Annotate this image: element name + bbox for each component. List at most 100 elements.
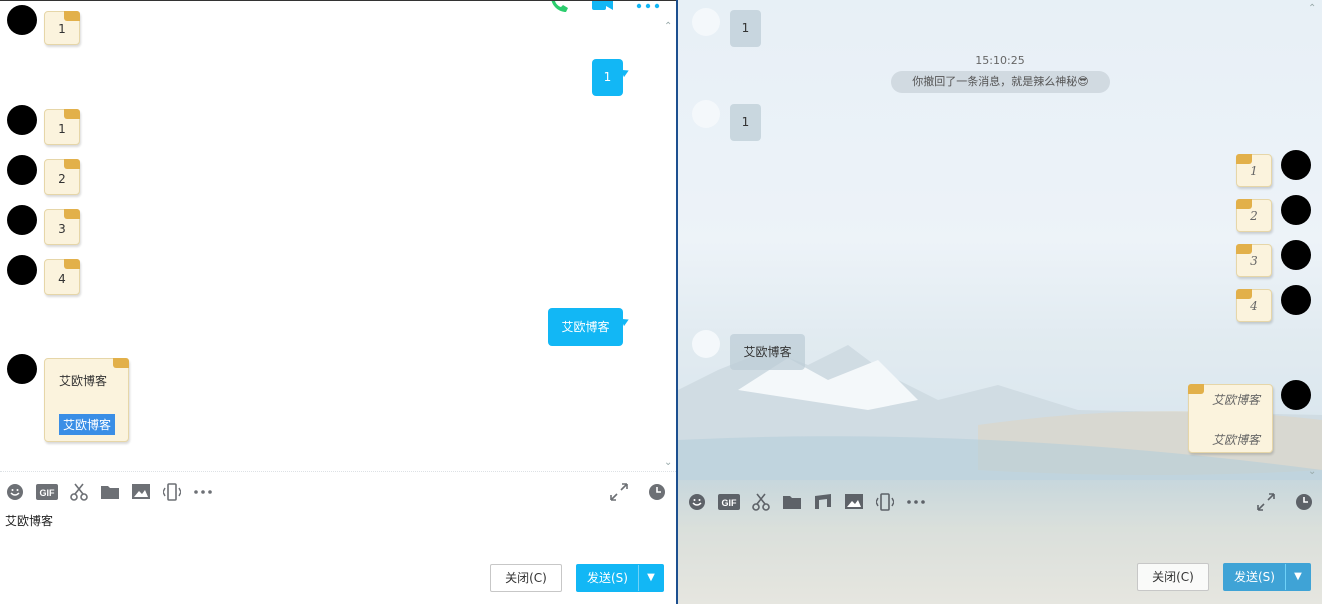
avatar [7, 105, 37, 135]
note-fold-icon [64, 109, 80, 119]
note-message: 4 [1236, 289, 1272, 322]
note-fold-icon [113, 358, 129, 368]
note-message: 艾欧博客 艾欧博客 [44, 358, 129, 442]
message-input[interactable] [687, 520, 1307, 556]
note-fold-icon [1236, 289, 1252, 299]
input-toolbar-right [609, 482, 676, 502]
shake-icon[interactable] [162, 482, 182, 502]
note-fold-icon [64, 209, 80, 219]
message-text: 艾欧博客 [1211, 393, 1260, 407]
folder-icon[interactable] [100, 482, 120, 502]
scissors-icon[interactable] [751, 492, 771, 512]
incoming-message: 艾欧博客 [730, 334, 805, 370]
note-fold-icon [64, 11, 80, 21]
more-options-icon[interactable] [636, 1, 660, 10]
note-message: 艾欧博客 艾欧博客 [1188, 384, 1273, 453]
avatar [7, 155, 37, 185]
scroll-down-indicator: ⌄ [1308, 466, 1317, 477]
avatar [7, 354, 37, 384]
avatar [692, 8, 720, 36]
chevron-down-icon[interactable]: ▼ [639, 565, 663, 591]
recall-notice: 你撤回了一条消息，就是辣么神秘😎 [891, 71, 1110, 93]
note-message: 2 [44, 159, 80, 195]
folder-icon[interactable] [782, 492, 802, 512]
close-button[interactable]: 关闭(C) [1137, 563, 1209, 591]
image-icon[interactable] [131, 482, 151, 502]
svg-text:GIF: GIF [722, 498, 738, 508]
avatar [1281, 285, 1311, 315]
note-message: 4 [44, 259, 80, 295]
note-message: 3 [44, 209, 80, 245]
message-text: 1 [741, 21, 750, 35]
send-button-label[interactable]: 发送(S) [1224, 564, 1286, 590]
scroll-up-indicator: ⌃ [664, 21, 673, 32]
expand-icon[interactable] [609, 482, 629, 502]
message-text: 艾欧博客 [1211, 433, 1260, 447]
message-text: 艾欧博客 [59, 374, 108, 388]
avatar [7, 205, 37, 235]
input-toolbar: GIF [5, 482, 224, 502]
message-timestamp: 15:10:25 [975, 54, 1025, 67]
message-text: 1 [603, 70, 612, 84]
recall-notice-text: 你撤回了一条消息，就是辣么神秘 [912, 75, 1078, 88]
expand-icon[interactable] [1256, 492, 1276, 512]
note-message: 1 [44, 11, 80, 45]
emoji-icon[interactable] [5, 482, 25, 502]
close-button[interactable]: 关闭(C) [490, 564, 562, 592]
input-toolbar: GIF [687, 492, 937, 512]
avatar [7, 255, 37, 285]
note-fold-icon [64, 259, 80, 269]
note-fold-icon [64, 159, 80, 169]
svg-text:GIF: GIF [40, 488, 56, 498]
image-icon[interactable] [844, 492, 864, 512]
gif-icon[interactable]: GIF [36, 482, 58, 502]
chevron-down-icon[interactable]: ▼ [1286, 564, 1310, 590]
note-fold-icon [1236, 244, 1252, 254]
emoji-icon[interactable] [687, 492, 707, 512]
send-button[interactable]: 发送(S) ▼ [576, 564, 664, 592]
message-text: 1 [58, 122, 66, 136]
avatar [1281, 150, 1311, 180]
right-chat-window: 1 ⌃ 15:10:25 你撤回了一条消息，就是辣么神秘😎 1 1 2 3 4 … [678, 0, 1322, 604]
message-text: 4 [58, 272, 66, 286]
note-message: 2 [1236, 199, 1272, 232]
note-message: 1 [1236, 154, 1272, 187]
history-icon[interactable] [1294, 492, 1314, 512]
message-text: 2 [58, 172, 66, 186]
incoming-message: 1 [730, 104, 761, 141]
shake-icon[interactable] [875, 492, 895, 512]
message-text: 1 [741, 115, 750, 129]
history-icon[interactable] [647, 482, 667, 502]
music-icon[interactable] [813, 492, 833, 512]
message-input[interactable]: 艾欧博客 [5, 512, 665, 556]
message-text: 1 [1250, 164, 1258, 178]
more-icon[interactable] [193, 482, 213, 502]
phone-call-icon[interactable] [548, 1, 570, 15]
note-fold-icon [1236, 199, 1252, 209]
avatar [1281, 380, 1311, 410]
scroll-down-indicator: ⌄ [664, 457, 673, 468]
avatar [1281, 195, 1311, 225]
note-message: 1 [44, 109, 80, 145]
message-text: 艾欧博客 [561, 320, 610, 334]
input-toolbar-right [1256, 492, 1322, 512]
video-call-icon[interactable] [592, 1, 614, 13]
scissors-icon[interactable] [69, 482, 89, 502]
avatar [692, 330, 720, 358]
outgoing-message: 艾欧博客 [548, 308, 631, 346]
send-button[interactable]: 发送(S) ▼ [1223, 563, 1311, 591]
sunglasses-emoji-icon: 😎 [1077, 75, 1089, 88]
message-text: 艾欧博客 [743, 345, 792, 359]
selected-message-text[interactable]: 艾欧博客 [59, 414, 116, 435]
avatar [7, 5, 37, 35]
more-icon[interactable] [906, 492, 926, 512]
avatar [692, 100, 720, 128]
message-text: 2 [1250, 209, 1258, 223]
message-text: 3 [1250, 254, 1258, 268]
outgoing-message: 1 [592, 59, 631, 96]
send-button-label[interactable]: 发送(S) [577, 565, 639, 591]
message-text: 1 [58, 22, 66, 36]
gif-icon[interactable]: GIF [718, 492, 740, 512]
message-text: 4 [1250, 299, 1258, 313]
note-fold-icon [1236, 154, 1252, 164]
